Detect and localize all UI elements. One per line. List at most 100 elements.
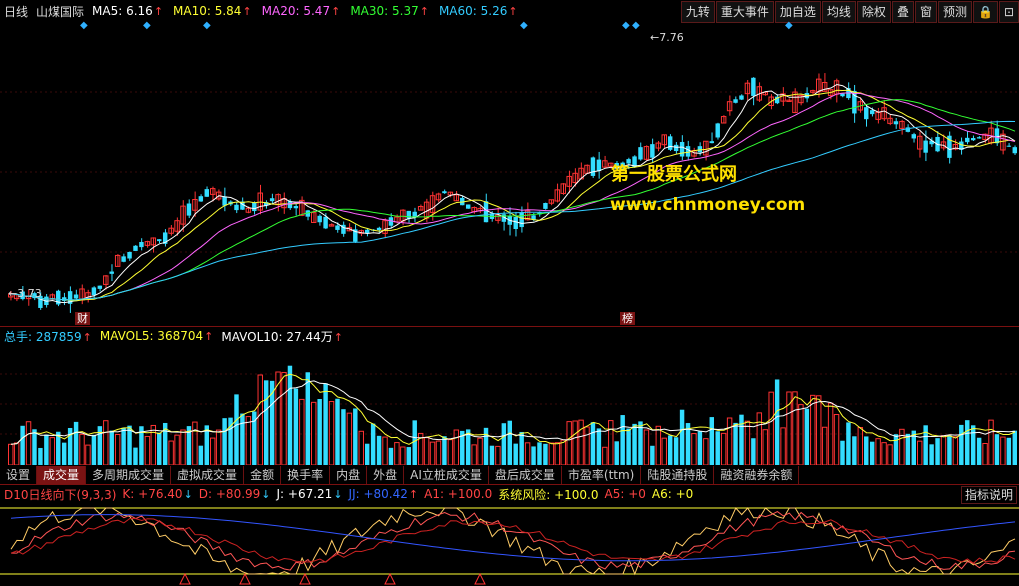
price-chart[interactable] bbox=[0, 22, 1019, 325]
toolbar-button-5[interactable]: 叠 bbox=[891, 1, 914, 23]
volume-bar bbox=[643, 429, 650, 465]
signal-triangle bbox=[384, 572, 396, 585]
volume-bar bbox=[429, 441, 436, 465]
volume-bar bbox=[626, 428, 631, 465]
candle-body bbox=[483, 201, 489, 223]
toolbar-button-0[interactable]: 九转 bbox=[680, 1, 715, 23]
volume-bar bbox=[412, 420, 417, 465]
ma-line-10 bbox=[10, 89, 1016, 302]
candle-body bbox=[840, 93, 845, 97]
volume-bar bbox=[548, 442, 555, 465]
volume-chart[interactable] bbox=[0, 344, 1019, 465]
candle-body bbox=[911, 134, 916, 139]
ma-item-0: MA5: 6.16↑ bbox=[92, 4, 164, 18]
financial-report-badge[interactable]: 财 bbox=[75, 312, 90, 325]
candle-body bbox=[133, 245, 138, 251]
candle-body bbox=[198, 196, 204, 202]
volume-bar bbox=[733, 422, 738, 465]
tab-0[interactable]: 设置 bbox=[0, 466, 38, 484]
ma-item-3: MA30: 5.37↑ bbox=[350, 4, 429, 18]
volume-bar bbox=[364, 443, 370, 465]
period-label[interactable]: 日线 bbox=[4, 3, 28, 20]
kdj-chart[interactable] bbox=[0, 503, 1019, 586]
volume-bar bbox=[543, 443, 548, 465]
tab-10[interactable]: 市盈率(ttm) bbox=[561, 466, 642, 484]
volume-bar bbox=[959, 424, 964, 465]
tab-1[interactable]: 成交量 bbox=[37, 466, 87, 484]
volume-bar bbox=[144, 435, 151, 465]
volume-bar bbox=[614, 441, 619, 465]
volume-bar bbox=[602, 446, 608, 465]
candle-body bbox=[650, 144, 655, 158]
candle-body bbox=[1012, 147, 1017, 154]
kdj-item-3: JJ: +80.42↑ bbox=[348, 487, 419, 501]
indicator-help-button[interactable]: 指标说明 bbox=[960, 486, 1017, 504]
tab-12[interactable]: 融资融券余额 bbox=[714, 466, 800, 484]
volume-bar bbox=[257, 374, 263, 465]
tab-9[interactable]: 盘后成交量 bbox=[488, 466, 562, 484]
volume-bar bbox=[25, 421, 32, 465]
candle-body bbox=[293, 206, 299, 209]
tab-5[interactable]: 换手率 bbox=[281, 466, 331, 484]
candle-body bbox=[638, 147, 643, 160]
event-marker[interactable]: ◆ bbox=[622, 20, 630, 31]
volume-bar bbox=[596, 428, 602, 465]
event-marker[interactable]: ◆ bbox=[143, 20, 151, 31]
toolbar-button-2[interactable]: 加自选 bbox=[774, 1, 821, 23]
event-marker[interactable]: ◆ bbox=[80, 20, 88, 31]
tab-6[interactable]: 内盘 bbox=[330, 466, 368, 484]
volume-bar bbox=[869, 441, 875, 465]
ranking-badge[interactable]: 榜 bbox=[620, 312, 635, 325]
volume-bar bbox=[994, 434, 1000, 465]
expand-icon[interactable]: ⊡ bbox=[998, 1, 1019, 23]
candle-body bbox=[751, 77, 756, 96]
volume-bar bbox=[988, 419, 994, 465]
volume-bar bbox=[1006, 437, 1012, 465]
volume-bar bbox=[406, 447, 411, 465]
tab-8[interactable]: AI立桩成交量 bbox=[404, 466, 489, 484]
candle-body bbox=[323, 216, 328, 229]
volume-bar bbox=[198, 445, 204, 465]
volume-bar bbox=[32, 429, 37, 465]
toolbar-button-1[interactable]: 重大事件 bbox=[715, 1, 774, 23]
kdj-item-2: J: +67.21↓ bbox=[276, 487, 343, 501]
volume-bar bbox=[109, 430, 114, 465]
candle-body bbox=[864, 107, 869, 120]
volume-bar bbox=[881, 442, 887, 465]
tab-3[interactable]: 虚拟成交量 bbox=[171, 466, 245, 484]
toolbar-button-4[interactable]: 除权 bbox=[856, 1, 891, 23]
volume-bar bbox=[103, 420, 109, 465]
toolbar-button-6[interactable]: 窗 bbox=[914, 1, 937, 23]
volume-bar bbox=[697, 431, 703, 465]
toolbar-button-7[interactable]: 预测 bbox=[937, 1, 972, 23]
volume-bar bbox=[8, 443, 14, 465]
event-marker[interactable]: ◆ bbox=[203, 20, 211, 31]
volume-bar bbox=[744, 420, 751, 465]
event-marker[interactable]: ◆ bbox=[632, 20, 640, 31]
volume-bar bbox=[317, 399, 322, 465]
event-marker[interactable]: ◆ bbox=[785, 20, 793, 31]
event-marker[interactable]: ◆ bbox=[520, 20, 528, 31]
volume-bar bbox=[240, 413, 245, 465]
candle-body bbox=[97, 285, 103, 289]
mavol5-value: MAVOL5: 368704↑ bbox=[99, 329, 214, 343]
tab-2[interactable]: 多周期成交量 bbox=[86, 466, 172, 484]
volume-bar bbox=[917, 440, 923, 465]
lock-icon[interactable]: 🔒 bbox=[972, 1, 998, 23]
tab-7[interactable]: 外盘 bbox=[367, 466, 405, 484]
toolbar-button-3[interactable]: 均线 bbox=[821, 1, 856, 23]
tab-4[interactable]: 金额 bbox=[244, 466, 282, 484]
candle-body bbox=[234, 204, 239, 211]
candle-body bbox=[739, 95, 744, 100]
candle-body bbox=[73, 294, 79, 299]
volume-bar bbox=[394, 442, 400, 465]
volume-bar bbox=[157, 432, 162, 465]
volume-bar bbox=[341, 409, 346, 465]
volume-bar bbox=[650, 445, 655, 465]
kdj-item-0: K: +76.40↓ bbox=[122, 487, 193, 501]
volume-bar bbox=[537, 442, 542, 465]
top-info-bar: 日线 山煤国际 MA5: 6.16↑ MA10: 5.84↑ MA20: 5.47↑… bbox=[4, 0, 518, 22]
tab-11[interactable]: 陆股通持股 bbox=[641, 466, 715, 484]
volume-bar bbox=[133, 447, 138, 465]
candle-body bbox=[994, 128, 1000, 144]
